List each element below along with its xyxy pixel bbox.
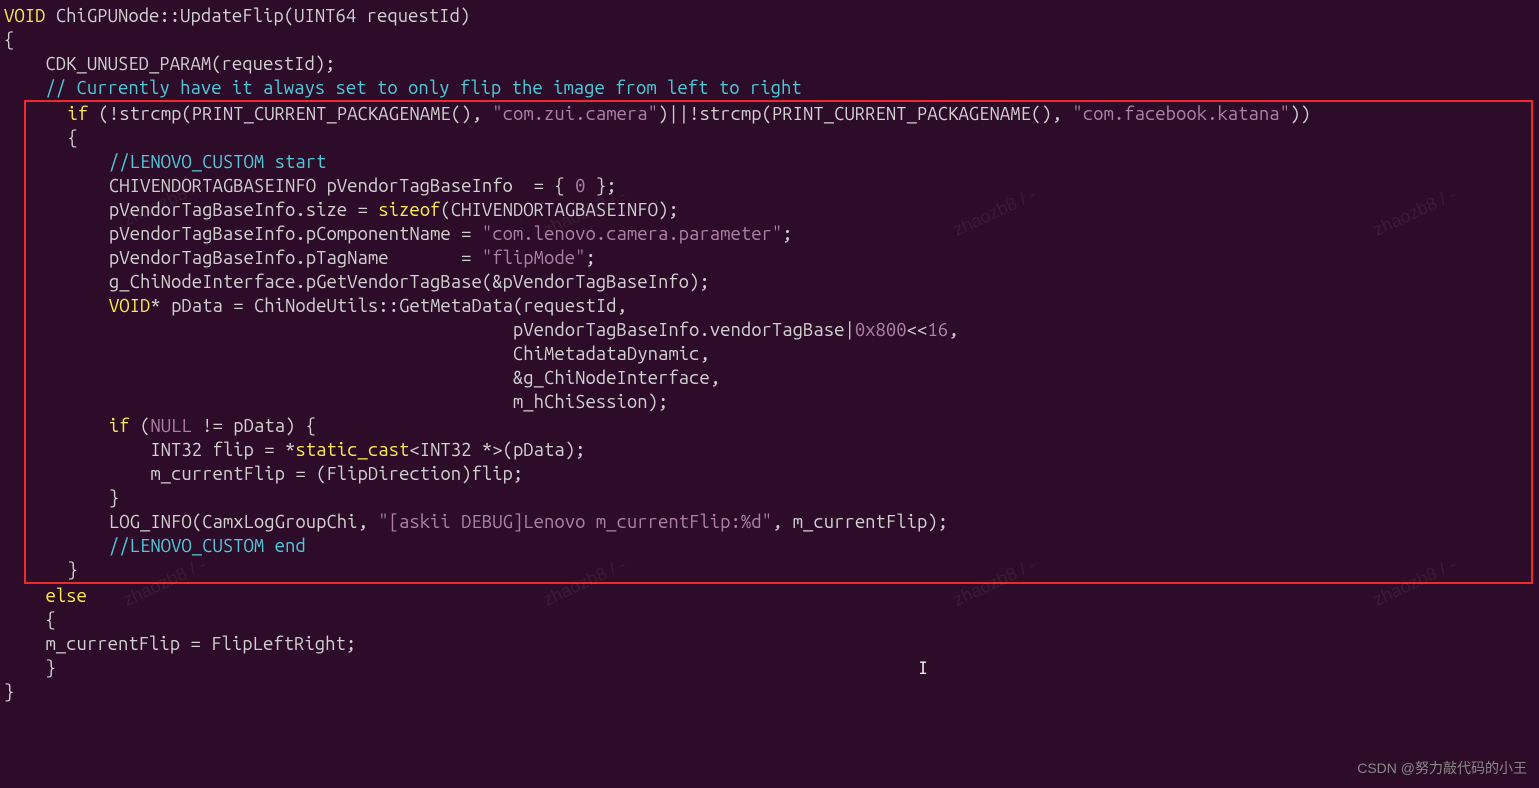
code-comment: //LENOVO_CUSTOM end xyxy=(26,534,1531,558)
code-line: } xyxy=(26,558,1531,582)
code-line: VOID ChiGPUNode::UpdateFlip(UINT64 reque… xyxy=(4,4,1535,28)
code-line: if (!strcmp(PRINT_CURRENT_PACKAGENAME(),… xyxy=(26,102,1531,126)
footer-credit: CSDN @努力敲代码的小王 xyxy=(1357,756,1527,780)
keyword-if: if xyxy=(109,416,130,436)
code-editor[interactable]: VOID ChiGPUNode::UpdateFlip(UINT64 reque… xyxy=(4,4,1535,704)
code-line: m_hChiSession); xyxy=(26,390,1531,414)
code-line: { xyxy=(26,126,1531,150)
code-line: LOG_INFO(CamxLogGroupChi, "[askii DEBUG]… xyxy=(26,510,1531,534)
code-line: CHIVENDORTAGBASEINFO pVendorTagBaseInfo … xyxy=(26,174,1531,198)
code-line: m_currentFlip = FlipLeftRight; xyxy=(4,632,1535,656)
code-line: } xyxy=(4,656,1535,680)
code-line: if (NULL != pData) { xyxy=(26,414,1531,438)
code-line: else xyxy=(4,584,1535,608)
code-line: ChiMetadataDynamic, xyxy=(26,342,1531,366)
code-line: pVendorTagBaseInfo.pTagName = "flipMode"… xyxy=(26,246,1531,270)
keyword-else: else xyxy=(45,586,86,606)
number-literal: 16 xyxy=(927,320,948,340)
code-line: m_currentFlip = (FlipDirection)flip; xyxy=(26,462,1531,486)
code-line: INT32 flip = *static_cast<INT32 *>(pData… xyxy=(26,438,1531,462)
code-line: } xyxy=(4,680,1535,704)
keyword-sizeof: sizeof xyxy=(378,200,440,220)
code-line: pVendorTagBaseInfo.vendorTagBase|0x800<<… xyxy=(26,318,1531,342)
function-signature: ChiGPUNode::UpdateFlip(UINT64 requestId) xyxy=(45,6,470,26)
number-literal: 0 xyxy=(575,176,585,196)
code-line: CDK_UNUSED_PARAM(requestId); xyxy=(4,52,1535,76)
code-line: VOID* pData = ChiNodeUtils::GetMetaData(… xyxy=(26,294,1531,318)
keyword-static-cast: static_cast xyxy=(295,440,409,460)
keyword-void: VOID xyxy=(109,296,150,316)
number-literal: 0x800 xyxy=(855,320,907,340)
string-literal: "com.lenovo.camera.parameter" xyxy=(482,224,782,244)
code-line: { xyxy=(4,608,1535,632)
highlight-box: if (!strcmp(PRINT_CURRENT_PACKAGENAME(),… xyxy=(24,100,1533,584)
code-line: pVendorTagBaseInfo.pComponentName = "com… xyxy=(26,222,1531,246)
code-comment: //LENOVO_CUSTOM start xyxy=(26,150,1531,174)
keyword-void: VOID xyxy=(4,6,45,26)
code-line: } xyxy=(26,486,1531,510)
code-line: pVendorTagBaseInfo.size = sizeof(CHIVEND… xyxy=(26,198,1531,222)
code-line: g_ChiNodeInterface.pGetVendorTagBase(&pV… xyxy=(26,270,1531,294)
keyword-if: if xyxy=(67,104,88,124)
code-comment: // Currently have it always set to only … xyxy=(4,76,1535,100)
string-literal: "flipMode" xyxy=(482,248,586,268)
string-literal: "com.zui.camera" xyxy=(492,104,658,124)
code-line: &g_ChiNodeInterface, xyxy=(26,366,1531,390)
keyword-null: NULL xyxy=(150,416,191,436)
string-literal: "[askii DEBUG]Lenovo m_currentFlip:%d" xyxy=(378,512,772,532)
code-line: { xyxy=(4,28,1535,52)
string-literal: "com.facebook.katana" xyxy=(1072,104,1290,124)
